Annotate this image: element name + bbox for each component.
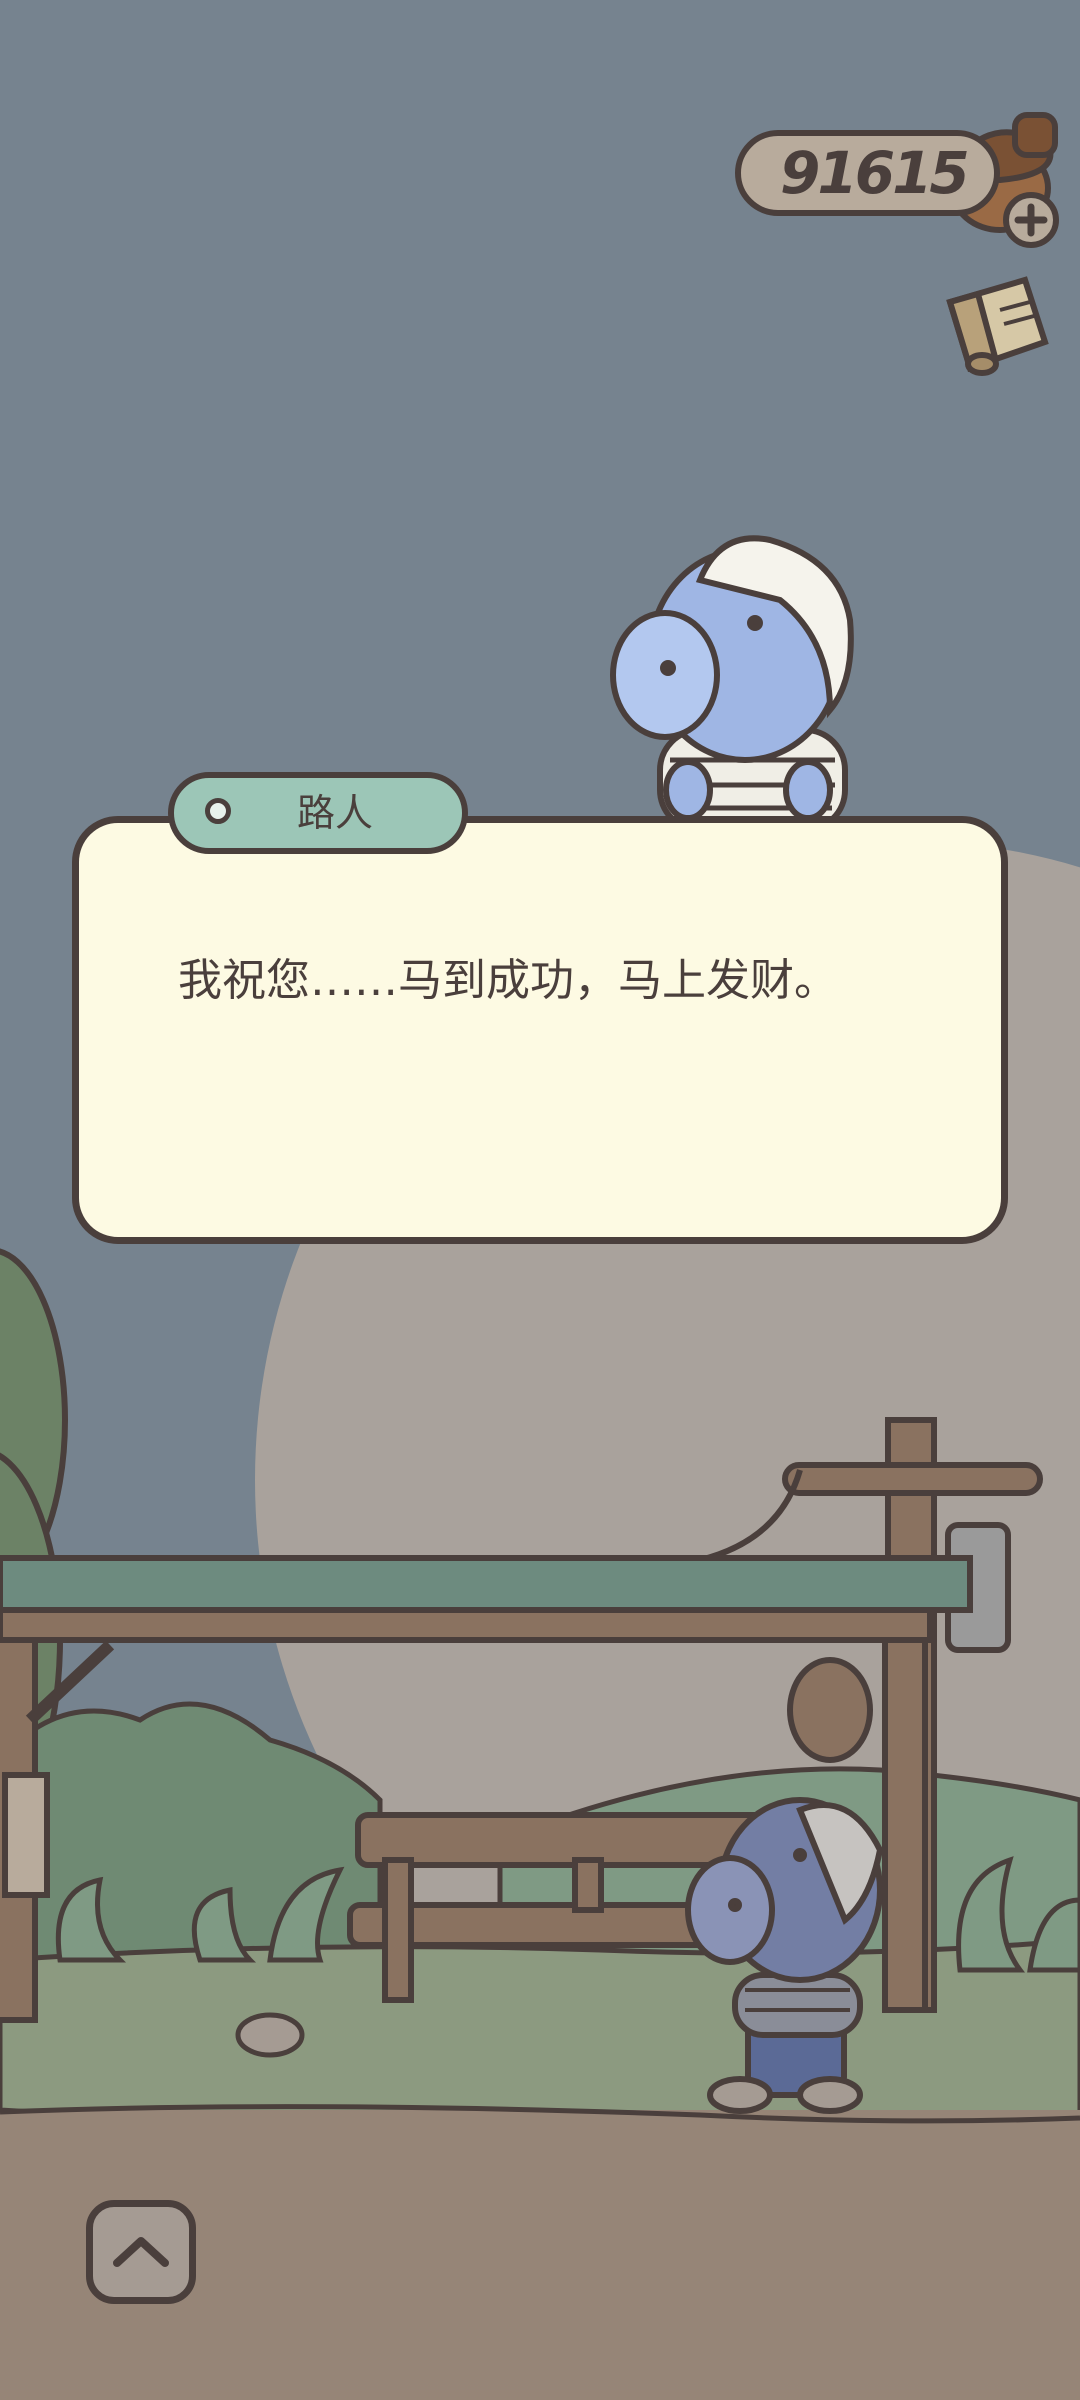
horse-character-top — [610, 535, 854, 833]
dialogue-text: 我祝您……马到成功，马上发财。 — [178, 955, 838, 1006]
dialogue-box[interactable] — [72, 816, 1008, 1244]
expand-button[interactable] — [86, 2200, 196, 2304]
rock — [235, 2012, 305, 2058]
speaker-name: 路人 — [296, 791, 373, 835]
chevron-up-icon — [113, 2237, 169, 2267]
ticket-icon[interactable] — [930, 272, 1055, 382]
coin-count: 91615 — [780, 139, 970, 207]
name-tag-dot — [205, 798, 231, 824]
plus-icon[interactable] — [1003, 192, 1059, 248]
